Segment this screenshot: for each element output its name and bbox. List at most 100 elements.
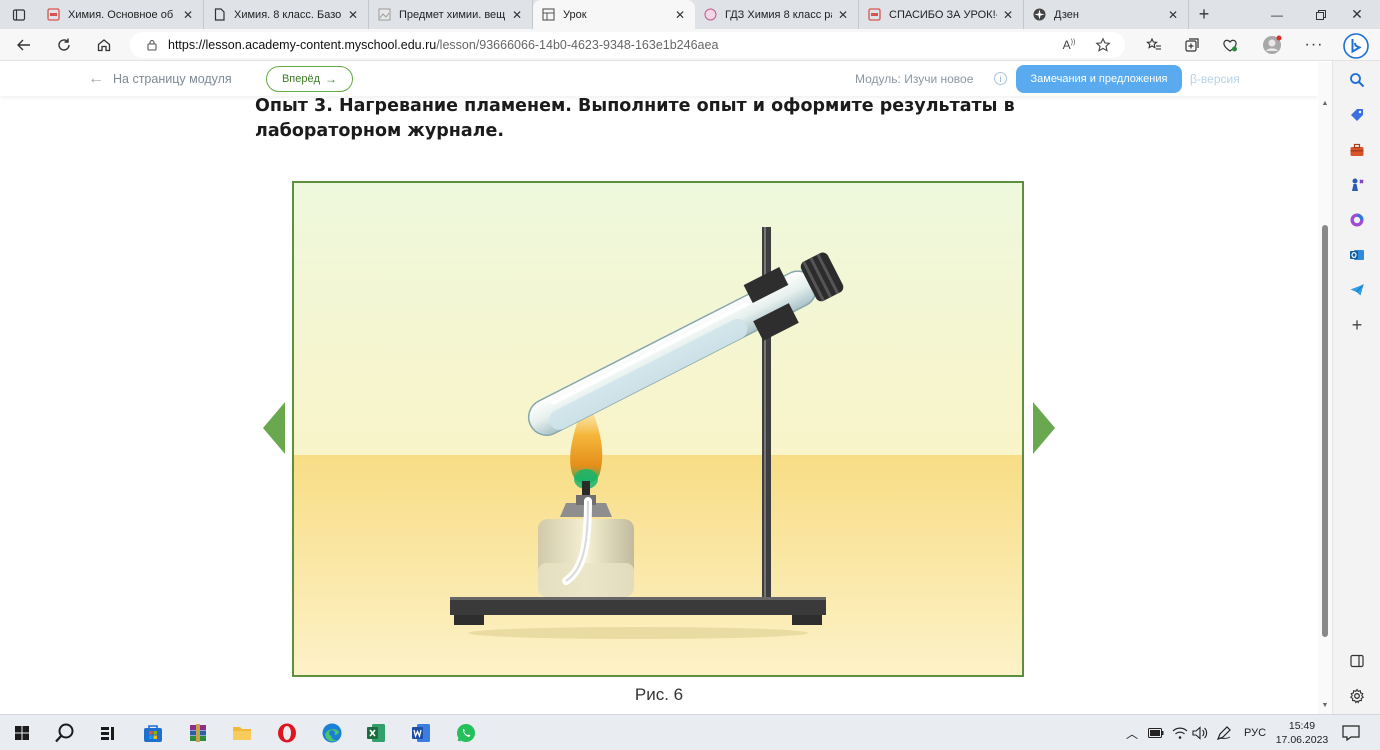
close-tab-icon[interactable]: ✕ (510, 8, 524, 22)
tab-5[interactable]: ГДЗ Химия 8 класс ра ✕ (695, 0, 859, 29)
speaker-icon (1192, 726, 1208, 740)
whatsapp-icon (457, 724, 475, 742)
refresh-button[interactable] (44, 29, 84, 61)
avatar (1263, 35, 1282, 54)
figure-caption: Рис. 6 (634, 685, 684, 704)
favorites-button[interactable] (1138, 29, 1170, 61)
close-tab-icon[interactable]: ✕ (673, 8, 687, 22)
home-button[interactable] (84, 29, 124, 61)
profile-button[interactable] (1256, 29, 1288, 61)
show-hidden-icons-button[interactable]: ︿ (1126, 715, 1138, 750)
arrow-left-icon: ← (88, 70, 104, 87)
sidebar-search-button[interactable] (1347, 70, 1367, 90)
sidebar-hide-button[interactable] (1347, 651, 1367, 671)
scroll-up-icon[interactable]: ▲ (1321, 100, 1329, 108)
taskbar-store-app[interactable] (139, 719, 167, 747)
page-content: ← На страницу модуля Вперёд → Модуль: Из… (0, 62, 1318, 714)
feedback-button[interactable]: Замечания и предложения (1016, 65, 1182, 93)
info-icon[interactable]: i (994, 72, 1007, 85)
taskbar-search-button[interactable] (51, 719, 79, 747)
tab-actions-icon (12, 8, 26, 21)
close-tab-icon[interactable]: ✕ (1166, 8, 1180, 22)
taskbar-word-app[interactable] (407, 719, 435, 747)
restore-icon (1316, 9, 1326, 20)
sidebar-telegram-button[interactable] (1347, 280, 1367, 300)
taskbar-explorer-app[interactable] (228, 719, 256, 747)
sidebar-outlook-button[interactable] (1347, 245, 1367, 265)
tab-4[interactable]: Урок ✕ (533, 0, 695, 29)
gear-icon (1349, 688, 1365, 704)
volume-status[interactable] (1192, 715, 1208, 750)
back-to-module-link[interactable]: ← На страницу модуля (88, 70, 232, 88)
scroll-thumb[interactable] (1322, 225, 1328, 637)
address-bar[interactable]: https://lesson.academy-content.myschool.… (130, 32, 1125, 58)
next-button[interactable]: Вперёд → (266, 66, 353, 92)
close-tab-icon[interactable]: ✕ (346, 8, 360, 22)
sidebar-shopping-button[interactable] (1347, 105, 1367, 125)
tab-6[interactable]: СПАСИБО ЗА УРОК!- ✕ (859, 0, 1024, 29)
back-button[interactable] (4, 29, 44, 61)
previous-slide-arrow[interactable] (263, 402, 287, 454)
pen-icon (1216, 726, 1231, 741)
taskbar-opera-app[interactable] (273, 719, 301, 747)
browser-essentials-button[interactable] (1214, 29, 1246, 61)
chess-piece-icon (1352, 178, 1364, 191)
tab-7[interactable]: Дзен ✕ (1024, 0, 1189, 29)
send-icon (1350, 284, 1364, 296)
pdf-icon (46, 8, 60, 22)
battery-status[interactable] (1148, 715, 1164, 750)
system-clock[interactable]: 15:49 17.06.2023 (1272, 719, 1332, 747)
taskbar-winrar-app[interactable] (184, 719, 212, 747)
pen-menu-button[interactable] (1216, 715, 1232, 750)
tab-1[interactable]: Химия. Основное об ✕ (38, 0, 204, 29)
notifications-button[interactable] (1342, 715, 1360, 750)
sidebar-panel-icon (1350, 654, 1364, 668)
sidebar-games-button[interactable] (1347, 175, 1367, 195)
tag-icon (1351, 109, 1363, 121)
next-slide-arrow[interactable] (1031, 402, 1055, 454)
tab-actions-button[interactable] (0, 0, 38, 29)
favorites-icon (1146, 37, 1161, 50)
bing-copilot-button[interactable] (1340, 30, 1372, 62)
edge-sidebar: + (1332, 61, 1380, 714)
star-icon (1095, 37, 1111, 52)
image-icon (377, 8, 391, 22)
close-tab-icon[interactable]: ✕ (181, 8, 195, 22)
tab-3[interactable]: Предмет химии. вещ ✕ (369, 0, 533, 29)
sidebar-add-button[interactable]: + (1347, 315, 1367, 335)
tab-title: Химия. 8 класс. Базов (234, 8, 342, 21)
read-aloud-button[interactable]: A)) (1056, 32, 1082, 58)
sidebar-office-button[interactable] (1347, 210, 1367, 230)
task-title: Опыт 3. Нагревание пламенем. Выполните о… (255, 96, 1015, 141)
url-path: /lesson/93666066-14b0-4623-9348-163e1b24… (436, 38, 719, 52)
collections-icon (1185, 38, 1199, 52)
task-view-button[interactable] (94, 719, 122, 747)
collections-button[interactable] (1176, 29, 1208, 61)
taskbar-excel-app[interactable] (362, 719, 390, 747)
home-icon (97, 38, 111, 51)
close-window-button[interactable]: ✕ (1334, 0, 1380, 29)
new-tab-button[interactable]: + (1189, 4, 1219, 25)
taskbar-whatsapp-app[interactable] (452, 719, 480, 747)
input-language[interactable]: РУС (1244, 715, 1266, 750)
module-label: Модуль: Изучи новое (855, 72, 974, 86)
alcohol-lamp-heating-image (294, 183, 1022, 675)
scroll-down-icon[interactable]: ▼ (1321, 702, 1329, 710)
next-button-label: Вперёд (281, 73, 321, 85)
close-tab-icon[interactable]: ✕ (1001, 8, 1015, 22)
close-tab-icon[interactable]: ✕ (836, 8, 850, 22)
favorite-button[interactable] (1090, 32, 1116, 58)
settings-menu-button[interactable]: ··· (1298, 29, 1330, 61)
minimize-button[interactable]: — (1254, 0, 1300, 29)
notification-icon (1342, 725, 1360, 741)
start-button[interactable] (8, 719, 36, 747)
page-scrollbar[interactable]: ▲ ▼ (1318, 62, 1332, 714)
wifi-status[interactable] (1172, 715, 1188, 750)
search-icon (1350, 73, 1365, 88)
taskbar-edge-app[interactable] (318, 719, 346, 747)
gdz-icon (703, 8, 717, 22)
sidebar-settings-button[interactable] (1347, 686, 1367, 706)
sidebar-tools-button[interactable] (1347, 140, 1367, 160)
close-icon: ✕ (1351, 6, 1363, 22)
tab-2[interactable]: Химия. 8 класс. Базов ✕ (204, 0, 369, 29)
